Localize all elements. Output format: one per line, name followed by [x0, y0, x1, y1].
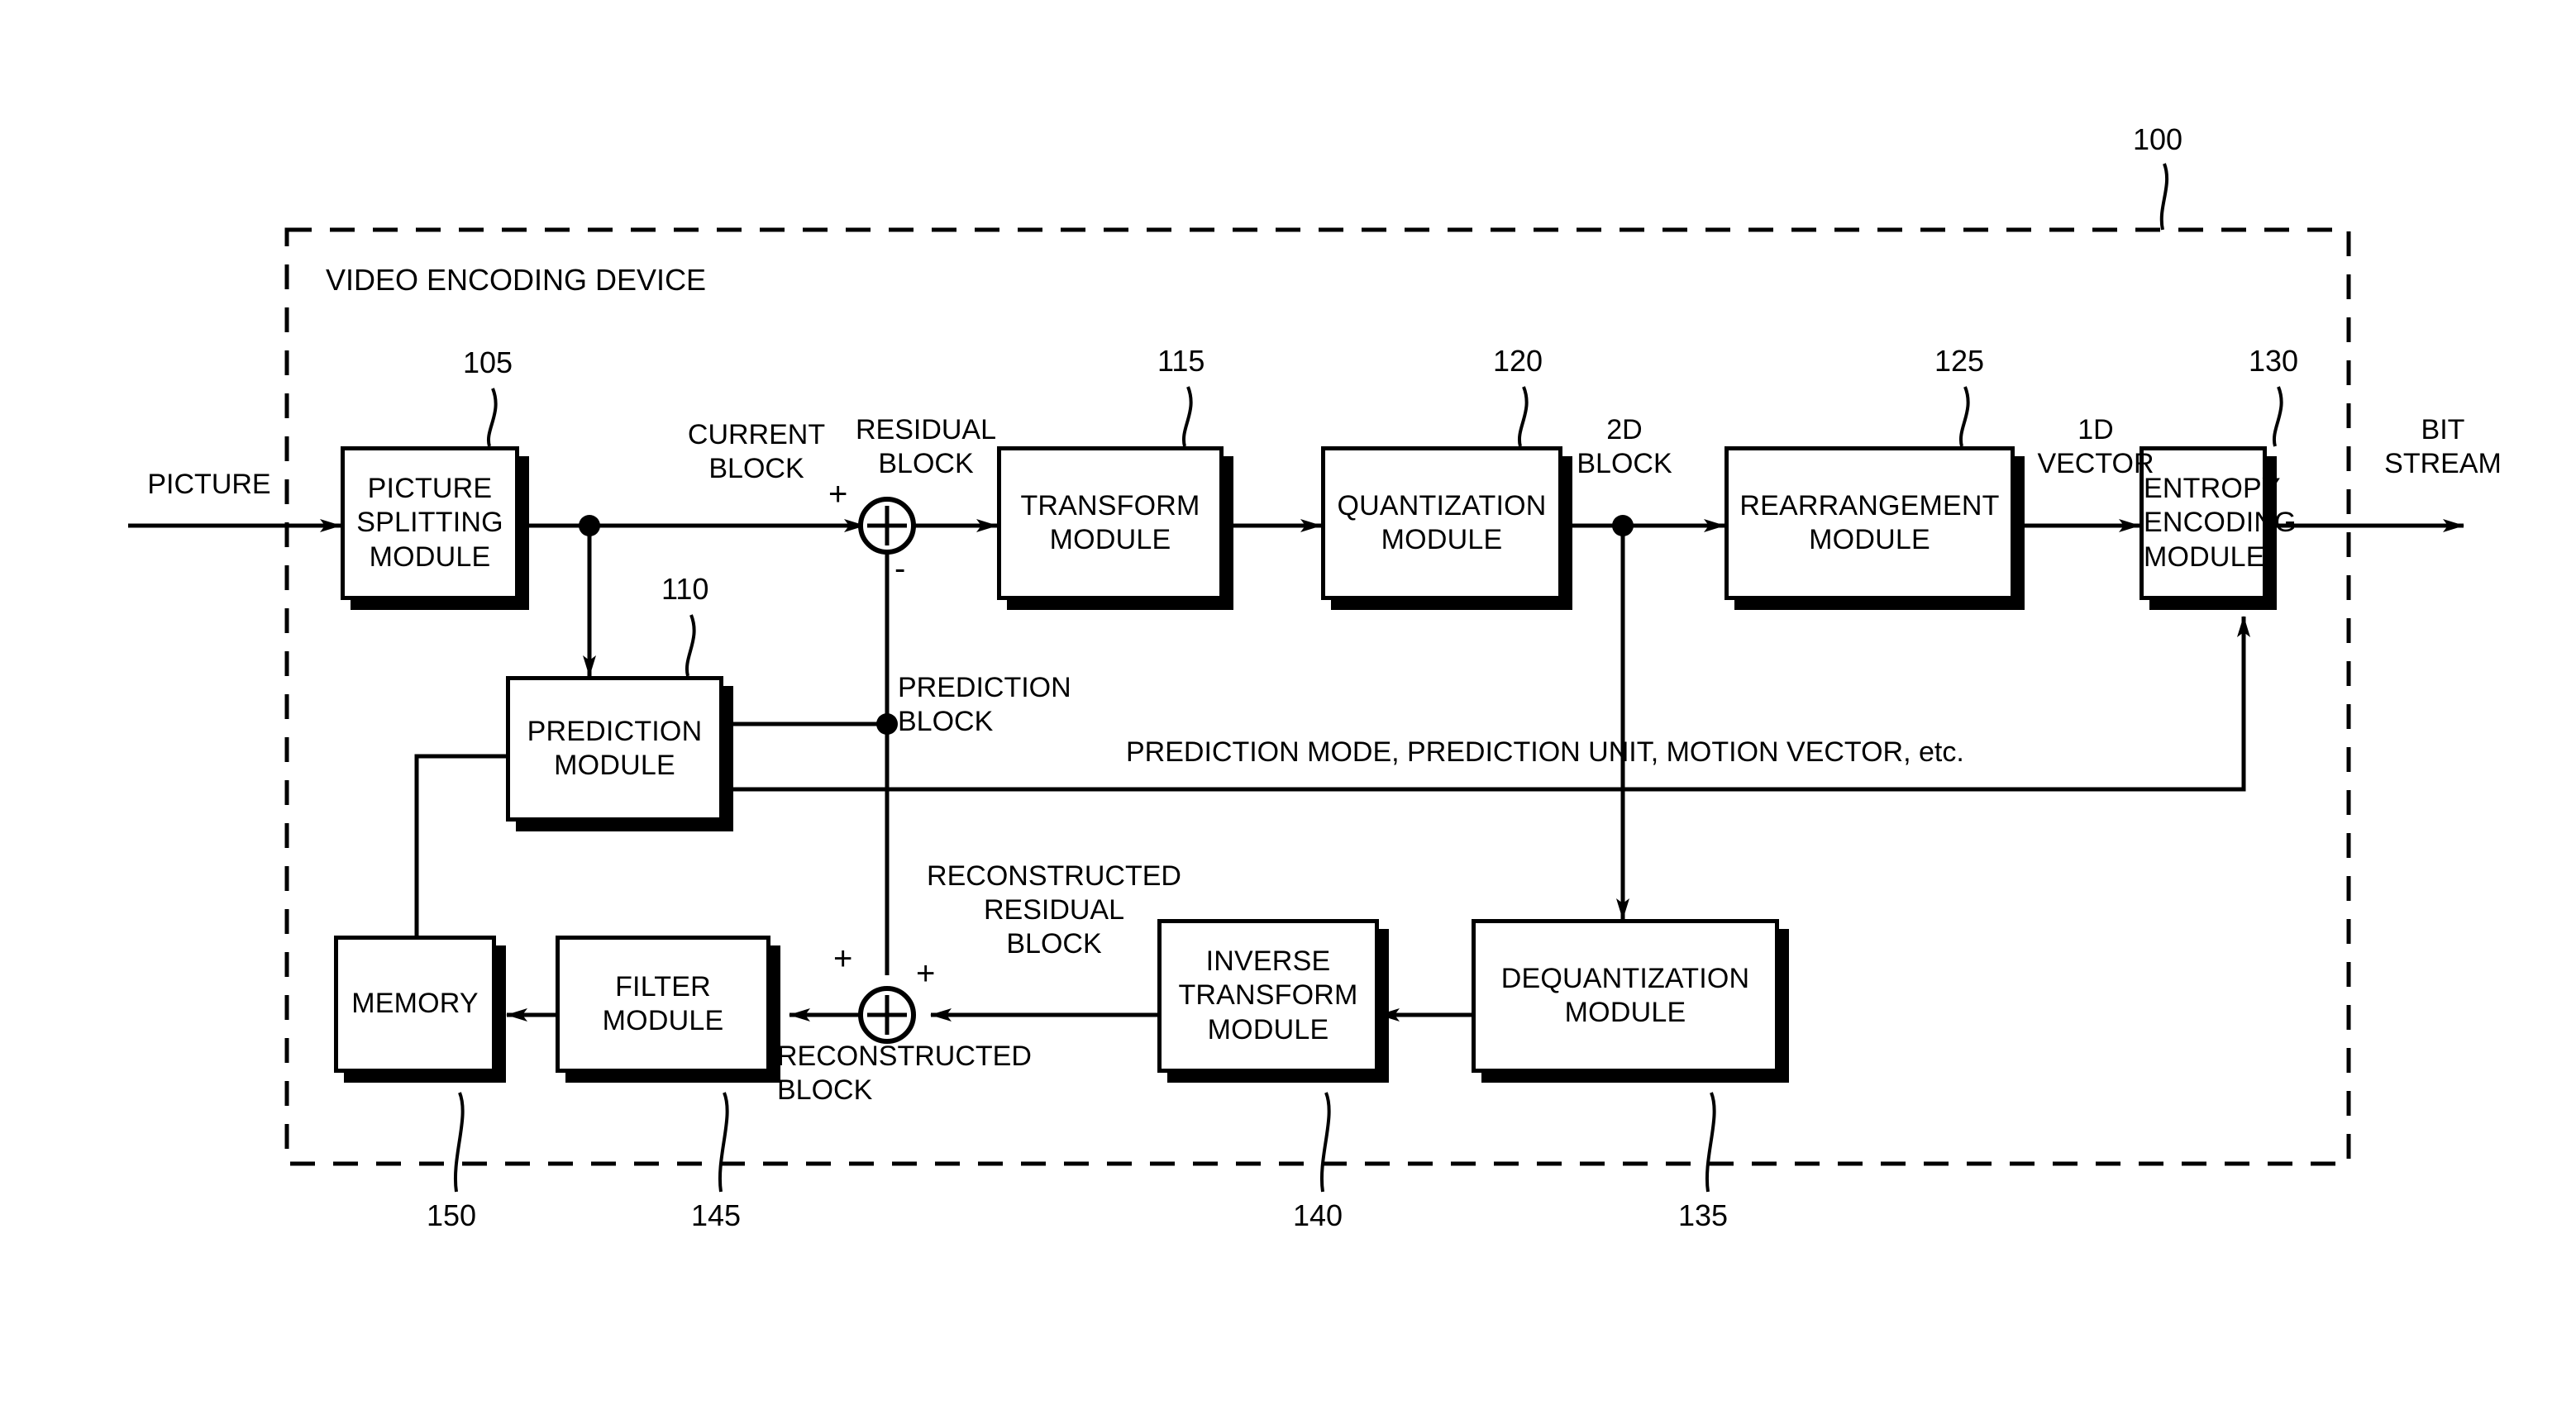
signal-label-current-block: CURRENT BLOCK	[687, 419, 826, 484]
signal-label-prediction-info: PREDICTION MODE, PREDICTION UNIT, MOTION…	[1126, 736, 1964, 768]
patent-figure-video-encoding-device: PICTURE SPLITTING MODULE PREDICTION MODU…	[0, 0, 2576, 1405]
module-dequantization-label: DEQUANTIZATION MODULE	[1500, 962, 1750, 1028]
leader-125	[1958, 386, 1970, 447]
module-rearrangement-label: REARRANGEMENT MODULE	[1739, 489, 2000, 555]
module-filter-label: FILTER MODULE	[602, 970, 724, 1036]
leader-115	[1181, 386, 1193, 447]
ref-numeral-150: 150	[427, 1198, 477, 1232]
signal-label-residual-block: RESIDUAL BLOCK	[855, 414, 997, 479]
ref-numeral-100: 100	[2133, 122, 2183, 156]
ref-numeral-115: 115	[1157, 344, 1205, 378]
leader-145	[718, 1092, 729, 1193]
subtractor-plus-sign: +	[828, 476, 848, 512]
module-quantization-label: QUANTIZATION MODULE	[1337, 489, 1547, 555]
device-title: VIDEO ENCODING DEVICE	[326, 263, 707, 297]
signal-label-prediction-block: PREDICTION BLOCK	[898, 672, 1071, 737]
ref-numeral-130: 130	[2249, 344, 2299, 378]
module-quantization[interactable]: QUANTIZATION MODULE	[1321, 446, 1562, 600]
ref-numeral-110: 110	[661, 572, 709, 606]
leader-135	[1705, 1092, 1716, 1193]
module-memory-label: MEMORY	[351, 988, 479, 1020]
ref-numeral-145: 145	[691, 1198, 742, 1232]
module-transform-label: TRANSFORM MODULE	[1020, 489, 1200, 555]
module-prediction-label: PREDICTION MODULE	[527, 715, 703, 781]
module-memory[interactable]: MEMORY	[334, 936, 496, 1073]
module-picture-splitting[interactable]: PICTURE SPLITTING MODULE	[341, 446, 519, 600]
ref-numeral-120: 120	[1493, 344, 1543, 378]
signal-label-picture: PICTURE	[147, 469, 271, 500]
module-filter[interactable]: FILTER MODULE	[556, 936, 770, 1073]
ref-numeral-125: 125	[1934, 344, 1985, 378]
subtractor-minus-sign: -	[894, 550, 906, 587]
module-dequantization[interactable]: DEQUANTIZATION MODULE	[1472, 919, 1779, 1073]
module-rearrangement[interactable]: REARRANGEMENT MODULE	[1724, 446, 2015, 600]
signal-label-reconstructed-block: RECONSTRUCTED BLOCK	[777, 1041, 1032, 1106]
leader-110	[685, 614, 696, 677]
connection-lines-layer	[128, 163, 2464, 1193]
module-prediction[interactable]: PREDICTION MODULE	[506, 676, 723, 822]
signal-label-1d-vector: 1D VECTOR	[2037, 414, 2154, 479]
ref-numeral-135: 135	[1678, 1198, 1729, 1232]
signal-label-2d-block: 2D BLOCK	[1577, 414, 1672, 479]
signal-label-bit-stream: BIT STREAM	[2384, 414, 2502, 479]
leader-140	[1320, 1092, 1331, 1193]
adder-plus-sign-top: +	[833, 941, 853, 977]
module-inverse-transform-label: INVERSE TRANSFORM MODULE	[1178, 945, 1358, 1045]
leader-100	[2159, 163, 2169, 231]
adder-plus-sign-right: +	[916, 955, 936, 992]
ref-numeral-140: 140	[1293, 1198, 1343, 1232]
leader-130	[2272, 386, 2283, 447]
leader-150	[454, 1092, 465, 1193]
module-picture-splitting-label: PICTURE SPLITTING MODULE	[356, 472, 503, 573]
junction-dot-prediction-block	[876, 713, 898, 735]
module-entropy-encoding-label: ENTROPY ENCODING MODULE	[2144, 472, 2297, 573]
module-transform[interactable]: TRANSFORM MODULE	[997, 446, 1224, 600]
signal-label-reconstructed-residual-block: RECONSTRUCTED RESIDUAL BLOCK	[927, 860, 1181, 960]
module-inverse-transform[interactable]: INVERSE TRANSFORM MODULE	[1157, 919, 1379, 1073]
ref-numeral-105: 105	[463, 345, 513, 379]
leader-105	[486, 388, 498, 447]
leader-120	[1517, 386, 1529, 447]
